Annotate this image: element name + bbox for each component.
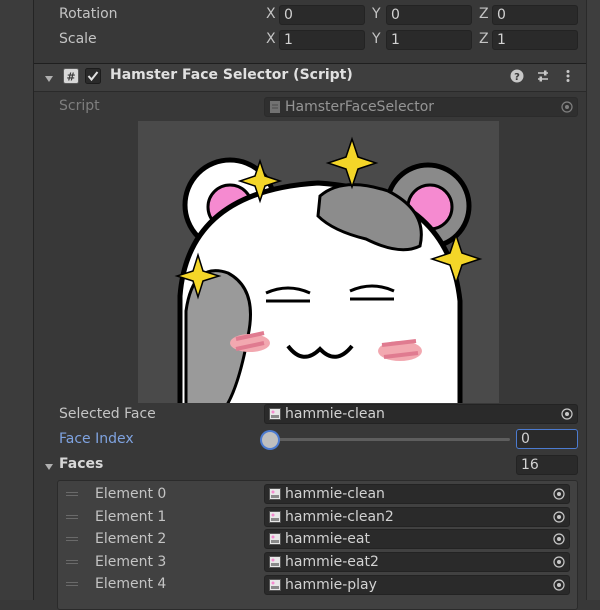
element-field[interactable]: hammie-eat bbox=[264, 529, 570, 549]
element-label: Element 2 bbox=[95, 531, 167, 547]
script-file-icon bbox=[269, 100, 281, 114]
element-value: hammie-play bbox=[285, 577, 377, 593]
faces-label: Faces bbox=[59, 456, 104, 472]
drag-handle-icon[interactable] bbox=[66, 492, 78, 498]
faces-foldout-icon[interactable] bbox=[44, 460, 54, 470]
face-index-label: Face Index bbox=[59, 431, 134, 447]
selected-face-field[interactable]: hammie-clean bbox=[264, 404, 578, 424]
element-label: Element 0 bbox=[95, 486, 167, 502]
context-menu-icon[interactable] bbox=[561, 69, 575, 83]
element-field[interactable]: hammie-eat2 bbox=[264, 552, 570, 572]
svg-text:?: ? bbox=[514, 72, 520, 83]
csharp-script-icon: # bbox=[63, 68, 79, 84]
element-label: Element 4 bbox=[95, 576, 167, 592]
drag-handle-icon[interactable] bbox=[66, 537, 78, 543]
drag-handle-icon[interactable] bbox=[66, 515, 78, 521]
sprite-icon bbox=[269, 555, 281, 569]
script-field: HamsterFaceSelector bbox=[264, 97, 578, 117]
rotation-x-axis-label[interactable]: X bbox=[266, 6, 276, 22]
element-label: Element 1 bbox=[95, 509, 167, 525]
element-value: hammie-clean bbox=[285, 486, 385, 502]
scale-label: Scale bbox=[59, 31, 97, 47]
rotation-y-axis-label[interactable]: Y bbox=[372, 6, 381, 22]
rotation-y-field[interactable]: 0 bbox=[386, 5, 472, 25]
object-picker-icon[interactable] bbox=[553, 488, 565, 500]
object-picker-icon[interactable] bbox=[553, 579, 565, 591]
help-icon[interactable]: ? bbox=[510, 69, 524, 83]
element-value: hammie-eat bbox=[285, 531, 370, 547]
element-label: Element 3 bbox=[95, 554, 167, 570]
rotation-label: Rotation bbox=[59, 6, 118, 22]
hamster-preview-image bbox=[138, 121, 499, 403]
element-field[interactable]: hammie-clean bbox=[264, 484, 570, 504]
scale-z-axis-label[interactable]: Z bbox=[479, 31, 489, 47]
svg-text:#: # bbox=[66, 71, 75, 84]
sprite-icon bbox=[269, 532, 281, 546]
scale-x-field[interactable]: 1 bbox=[279, 30, 365, 50]
drag-handle-icon[interactable] bbox=[66, 560, 78, 566]
selected-face-value: hammie-clean bbox=[285, 406, 385, 422]
object-picker-icon[interactable] bbox=[561, 408, 573, 420]
scale-y-field[interactable]: 1 bbox=[386, 30, 472, 50]
element-value: hammie-eat2 bbox=[285, 554, 379, 570]
face-index-slider-knob[interactable] bbox=[262, 432, 278, 448]
element-field[interactable]: hammie-clean2 bbox=[264, 507, 570, 527]
object-picker-icon[interactable] bbox=[553, 533, 565, 545]
enabled-checkbox[interactable] bbox=[85, 68, 101, 84]
object-picker-icon[interactable] bbox=[553, 511, 565, 523]
sprite-icon bbox=[269, 407, 281, 421]
selected-face-label: Selected Face bbox=[59, 406, 156, 422]
scale-y-axis-label[interactable]: Y bbox=[372, 31, 381, 47]
rotation-z-field[interactable]: 0 bbox=[492, 5, 578, 25]
object-picker-icon[interactable] bbox=[553, 556, 565, 568]
left-gutter bbox=[0, 0, 33, 600]
component-title: Hamster Face Selector (Script) bbox=[110, 67, 353, 83]
face-index-slider-track[interactable] bbox=[270, 438, 510, 441]
script-value: HamsterFaceSelector bbox=[285, 99, 435, 115]
rotation-z-axis-label[interactable]: Z bbox=[479, 6, 489, 22]
scrollbar[interactable] bbox=[586, 0, 600, 600]
scale-z-field[interactable]: 1 bbox=[492, 30, 578, 50]
scale-x-axis-label[interactable]: X bbox=[266, 31, 276, 47]
sprite-icon bbox=[269, 510, 281, 524]
faces-count-field[interactable]: 16 bbox=[516, 455, 578, 475]
preset-icon[interactable] bbox=[536, 69, 550, 83]
object-picker-icon bbox=[561, 101, 573, 113]
element-field[interactable]: hammie-play bbox=[264, 575, 570, 595]
element-value: hammie-clean2 bbox=[285, 509, 394, 525]
sprite-icon bbox=[269, 578, 281, 592]
script-label: Script bbox=[59, 98, 100, 114]
face-index-field[interactable]: 0 bbox=[516, 429, 578, 449]
rotation-x-field[interactable]: 0 bbox=[279, 5, 365, 25]
foldout-expanded-icon[interactable] bbox=[44, 72, 54, 82]
sprite-icon bbox=[269, 487, 281, 501]
drag-handle-icon[interactable] bbox=[66, 582, 78, 588]
